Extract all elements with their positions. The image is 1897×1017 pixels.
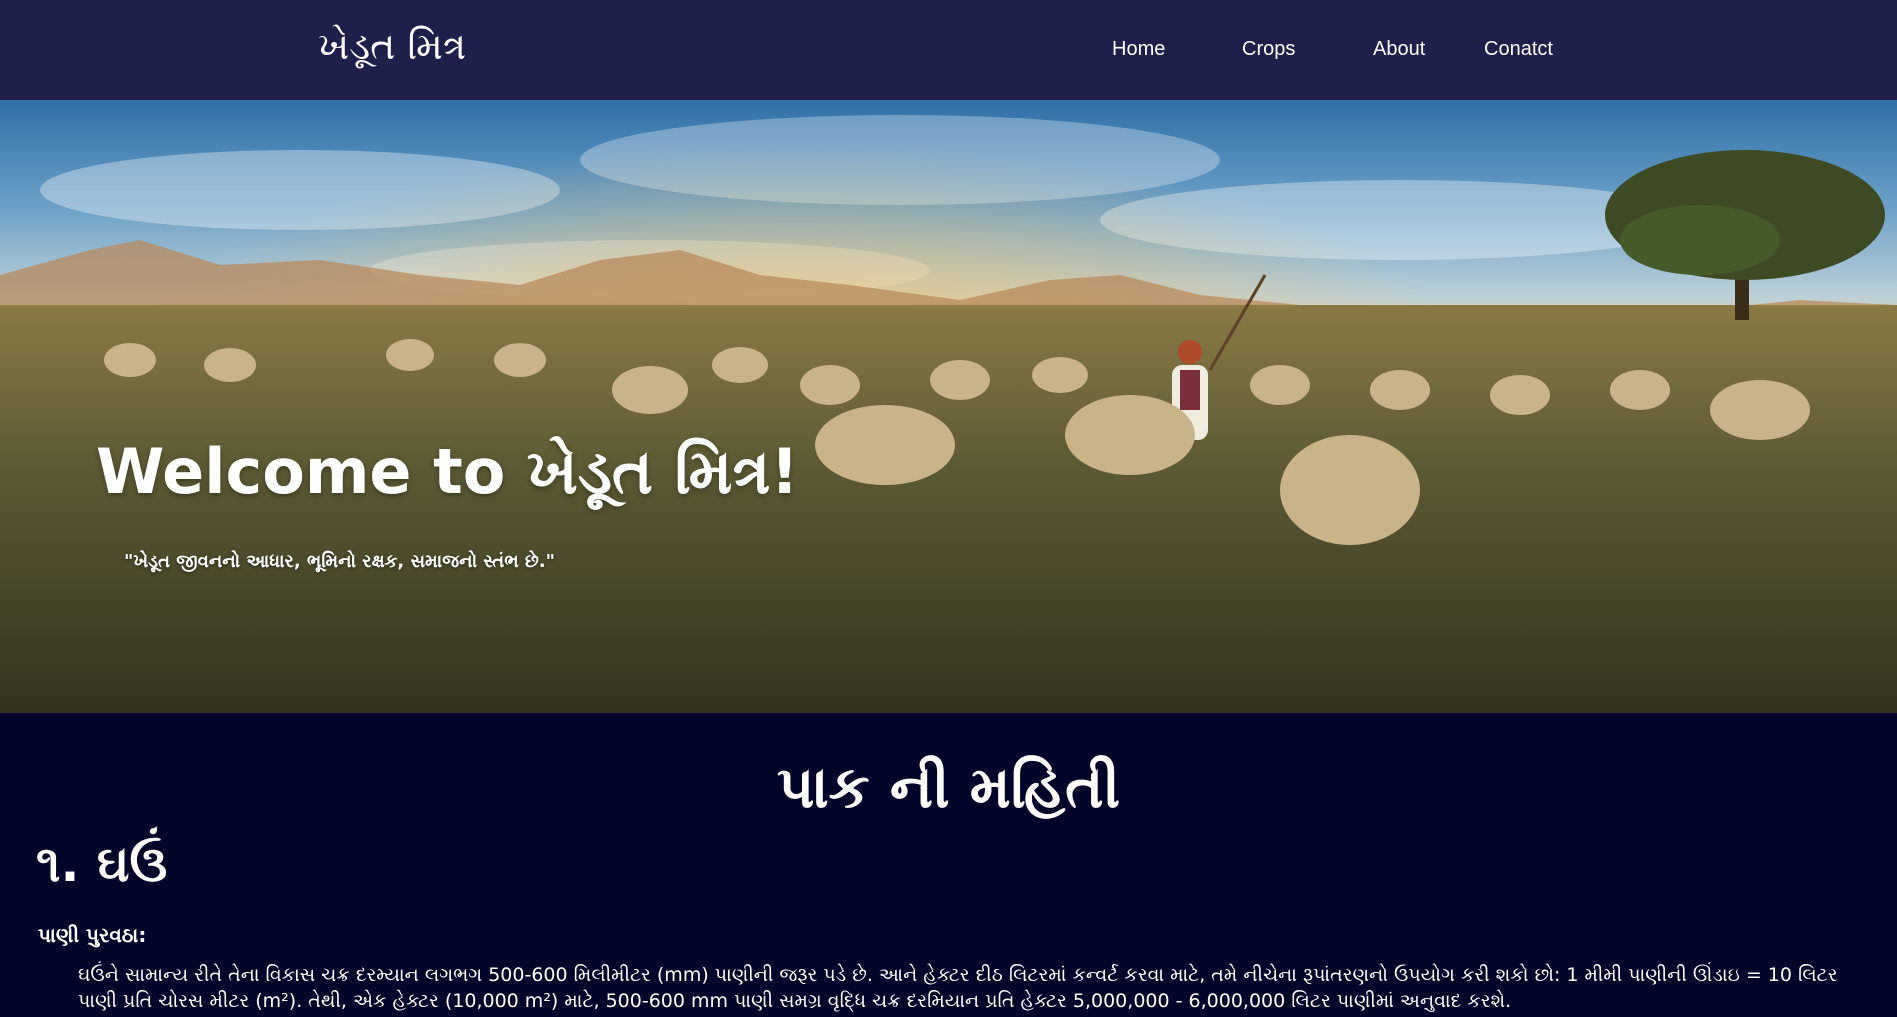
water-supply-label: પાણી પુરવઠા:: [38, 923, 147, 947]
nav-link-crops[interactable]: Crops: [1242, 38, 1295, 61]
section-title: પાક ની મહિતી: [776, 753, 1121, 821]
brand-logo-text[interactable]: ખેડૂત મિત્ર: [318, 24, 466, 69]
hero-quote: "ખેડૂત જીવનનો આધાર, ભૂમિનો રક્ષક, સમાજનો…: [124, 551, 556, 572]
hero-background-image: [0, 100, 1897, 713]
crop-heading-wheat: ૧. ઘઉં: [36, 835, 168, 893]
navbar: ખેડૂત મિત્ર Home Crops About Conatct: [0, 0, 1897, 100]
nav-link-contact[interactable]: Conatct: [1484, 38, 1553, 61]
crop-info-section: પાક ની મહિતી ૧. ઘઉં પાણી પુરવઠા: ઘઉંને સ…: [0, 713, 1897, 1017]
hero-banner: Welcome to ખેડૂત મિત્ર! "ખેડૂત જીવનનો આધ…: [0, 100, 1897, 713]
water-supply-text: ઘઉંને સામાન્ય રીતે તેના વિકાસ ચક્ર દરમ્ય…: [78, 964, 1838, 1012]
hero-title: Welcome to ખેડૂત મિત્ર!: [96, 435, 799, 508]
nav-link-home[interactable]: Home: [1112, 38, 1165, 61]
nav-link-about[interactable]: About: [1373, 38, 1425, 61]
